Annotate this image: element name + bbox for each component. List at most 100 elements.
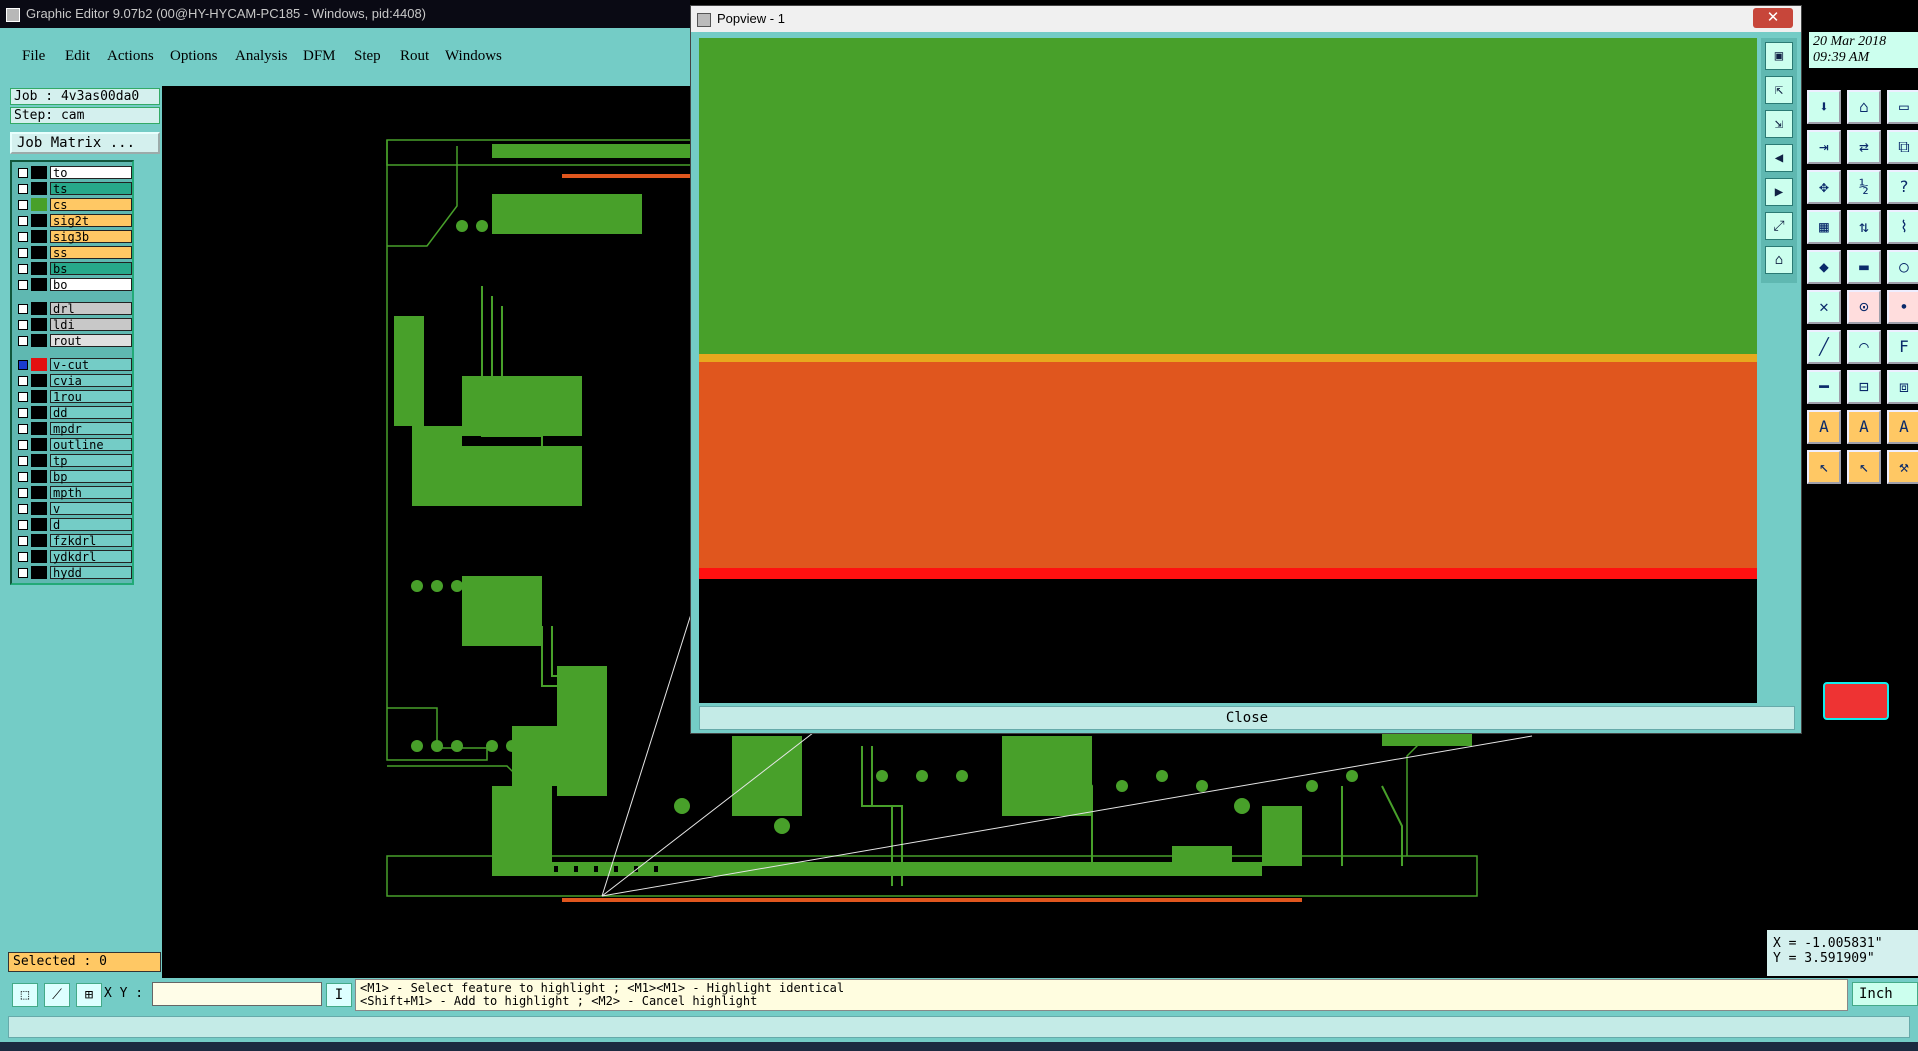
select-mode-icon[interactable]: ⬚ <box>12 983 38 1007</box>
view-minimap[interactable] <box>1823 682 1889 720</box>
layer-checkbox[interactable] <box>18 184 28 194</box>
layer-name[interactable]: cs <box>50 198 132 212</box>
help-icon[interactable]: ? <box>1887 170 1918 204</box>
layer-color-swatch[interactable] <box>31 318 47 331</box>
layer-row-mpth[interactable]: mpth <box>14 486 132 500</box>
layer-checkbox[interactable] <box>18 280 28 290</box>
layer-checkbox[interactable] <box>18 216 28 226</box>
menu-file[interactable]: File <box>22 48 45 65</box>
text-icon[interactable]: F <box>1887 330 1918 364</box>
layer-color-swatch[interactable] <box>31 302 47 315</box>
layer-name[interactable]: hydd <box>50 566 132 580</box>
line-icon[interactable]: ▬ <box>1847 250 1881 284</box>
layer-checkbox[interactable] <box>18 552 28 562</box>
layer-color-swatch[interactable] <box>31 390 47 403</box>
layer-checkbox[interactable] <box>18 168 28 178</box>
layer-name[interactable]: rout <box>50 334 132 348</box>
layer-row-bp[interactable]: bp <box>14 470 132 484</box>
layer-name[interactable]: sig2t <box>50 214 132 228</box>
layer-row-dd[interactable]: dd <box>14 406 132 420</box>
layer-checkbox[interactable] <box>18 360 28 370</box>
font-a-icon[interactable]: A <box>1807 410 1841 444</box>
layer-row-1rou[interactable]: 1rou <box>14 390 132 404</box>
layer-checkbox[interactable] <box>18 304 28 314</box>
zoom-icon[interactable]: ✥ <box>1807 170 1841 204</box>
layer-checkbox[interactable] <box>18 392 28 402</box>
dash-icon[interactable]: ━ <box>1807 370 1841 404</box>
tool-icon[interactable]: ⚒ <box>1887 450 1918 484</box>
menu-edit[interactable]: Edit <box>65 48 90 65</box>
pointer-icon[interactable]: ↖ <box>1807 450 1841 484</box>
menu-windows[interactable]: Windows <box>445 48 502 65</box>
layer-row-rout[interactable]: rout <box>14 334 132 348</box>
layer-name[interactable]: cvia <box>50 374 132 388</box>
layer-row-bo[interactable]: bo <box>14 278 132 292</box>
layer-color-swatch[interactable] <box>31 454 47 467</box>
group-icon[interactable]: ⧈ <box>1887 370 1918 404</box>
layer-color-swatch[interactable] <box>31 214 47 227</box>
layer-row-v-cut[interactable]: v-cut <box>14 358 132 372</box>
layer-row-sig2t[interactable]: sig2t <box>14 214 132 228</box>
layer-row-cvia[interactable]: cvia <box>14 374 132 388</box>
snap-grid-icon[interactable]: ⊞ <box>76 983 102 1007</box>
layer-checkbox[interactable] <box>18 504 28 514</box>
layer-checkbox[interactable] <box>18 568 28 578</box>
layer-name[interactable]: outline <box>50 438 132 452</box>
layer-name[interactable]: dd <box>50 406 132 420</box>
layer-name[interactable]: ldi <box>50 318 132 332</box>
circle-icon[interactable]: ○ <box>1887 250 1918 284</box>
layer-color-swatch[interactable] <box>31 334 47 347</box>
layer-checkbox[interactable] <box>18 456 28 466</box>
menu-dfm[interactable]: DFM <box>303 48 336 65</box>
layer-name[interactable]: mpdr <box>50 422 132 436</box>
route-icon[interactable]: ⌇ <box>1887 210 1918 244</box>
popview-close-button[interactable]: Close <box>699 706 1795 730</box>
layer-checkbox[interactable] <box>18 424 28 434</box>
units-selector[interactable]: Inch <box>1852 982 1918 1006</box>
layer-name[interactable]: v <box>50 502 132 516</box>
swap-icon[interactable]: ⇄ <box>1847 130 1881 164</box>
layer-color-swatch[interactable] <box>31 534 47 547</box>
layer-name[interactable]: ydkdrl <box>50 550 132 564</box>
layer-color-swatch[interactable] <box>31 262 47 275</box>
popview-close-x-button[interactable]: ✕ <box>1753 8 1793 28</box>
layer-row-ts[interactable]: ts <box>14 182 132 196</box>
layer-color-swatch[interactable] <box>31 246 47 259</box>
layer-row-mpdr[interactable]: mpdr <box>14 422 132 436</box>
copy-icon[interactable]: ⧉ <box>1887 130 1918 164</box>
layer-row-sig3b[interactable]: sig3b <box>14 230 132 244</box>
node-icon[interactable]: ∙ <box>1887 290 1918 324</box>
home-icon[interactable]: ⌂ <box>1847 90 1881 124</box>
layer-name[interactable]: bo <box>50 278 132 292</box>
fit-icon[interactable]: ⤢ <box>1765 212 1793 240</box>
layer-checkbox[interactable] <box>18 248 28 258</box>
layer-row-ss[interactable]: ss <box>14 246 132 260</box>
layer-name[interactable]: tp <box>50 454 132 468</box>
layer-row-to[interactable]: to <box>14 166 132 180</box>
draw-icon[interactable]: ◆ <box>1807 250 1841 284</box>
layer-name[interactable]: fzkdrl <box>50 534 132 548</box>
measure-icon[interactable]: ⇅ <box>1847 210 1881 244</box>
layer-color-swatch[interactable] <box>31 230 47 243</box>
layer-checkbox[interactable] <box>18 520 28 530</box>
font-b-icon[interactable]: A <box>1847 410 1881 444</box>
layer-row-hydd[interactable]: hydd <box>14 566 132 580</box>
move-icon[interactable]: ⇥ <box>1807 130 1841 164</box>
scale-icon[interactable]: ½ <box>1847 170 1881 204</box>
layer-name[interactable]: sig3b <box>50 230 132 244</box>
menu-analysis[interactable]: Analysis <box>235 48 288 65</box>
popview-app-icon[interactable] <box>697 13 711 27</box>
layer-row-outline[interactable]: outline <box>14 438 132 452</box>
xy-input[interactable] <box>152 982 322 1006</box>
layer-color-swatch[interactable] <box>31 406 47 419</box>
layer-checkbox[interactable] <box>18 472 28 482</box>
layer-name[interactable]: d <box>50 518 132 532</box>
layer-color-swatch[interactable] <box>31 550 47 563</box>
layer-color-swatch[interactable] <box>31 518 47 531</box>
layer-name[interactable]: drl <box>50 302 132 316</box>
layer-color-swatch[interactable] <box>31 438 47 451</box>
menu-actions[interactable]: Actions <box>107 48 154 65</box>
cross-icon[interactable]: ✕ <box>1807 290 1841 324</box>
layer-name[interactable]: bs <box>50 262 132 276</box>
popview-canvas[interactable] <box>699 38 1757 703</box>
